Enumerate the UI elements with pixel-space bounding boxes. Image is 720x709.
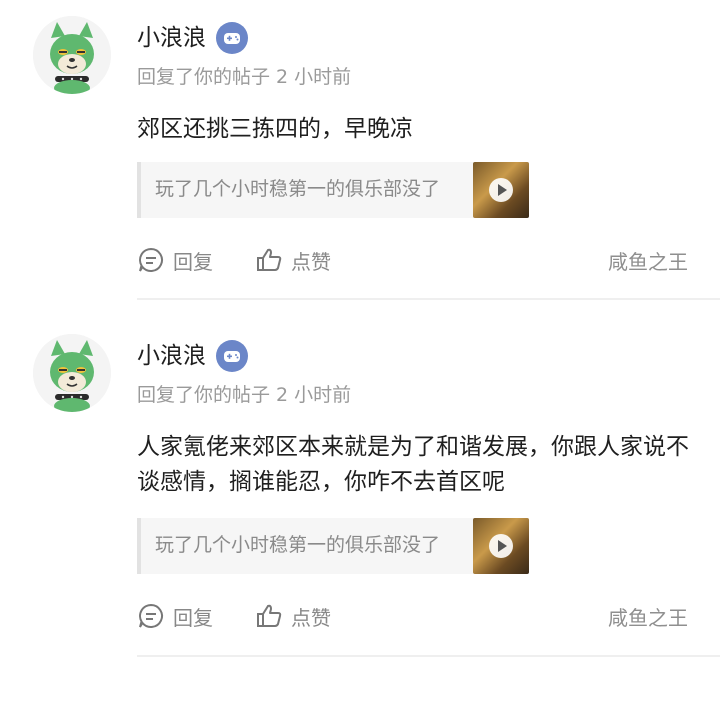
- shiba-avatar-icon: [33, 334, 111, 412]
- shiba-avatar-icon: [33, 16, 111, 94]
- reply-icon: [139, 247, 163, 272]
- video-thumbnail[interactable]: [473, 518, 529, 574]
- action-bar: 回复 点赞 咸鱼之王: [137, 600, 688, 632]
- like-button[interactable]: 点赞: [255, 244, 331, 276]
- divider: [137, 655, 720, 657]
- reply-button[interactable]: 回复: [137, 600, 213, 632]
- gamepad-badge-icon: [216, 22, 248, 54]
- reply-label: 回复: [173, 605, 213, 630]
- avatar[interactable]: [33, 334, 111, 412]
- comment-meta: 回复了你的帖子 2 小时前: [137, 384, 352, 406]
- quoted-post-text: 玩了几个小时稳第一的俱乐部没了: [155, 534, 441, 556]
- reply-button[interactable]: 回复: [137, 244, 213, 276]
- thumbs-up-icon: [257, 604, 282, 627]
- circle-name[interactable]: 咸鱼之王: [608, 602, 688, 631]
- like-label: 点赞: [291, 249, 331, 274]
- comment-item: 小浪浪 回复了你的帖子 2 小时前 郊区还挑三拣四的，早晚凉 玩了几个小时稳第一…: [0, 0, 720, 356]
- quoted-post[interactable]: 玩了几个小时稳第一的俱乐部没了: [137, 162, 529, 218]
- comment-content[interactable]: 人家氪佬来郊区本来就是为了和谐发展，你跟人家说不谈感情，搁谁能忍，你咋不去首区呢: [137, 430, 697, 500]
- circle-name[interactable]: 咸鱼之王: [608, 246, 688, 275]
- play-icon: [489, 178, 513, 202]
- video-thumbnail[interactable]: [473, 162, 529, 218]
- comment-content[interactable]: 郊区还挑三拣四的，早晚凉: [137, 112, 697, 147]
- gamepad-badge-icon: [216, 340, 248, 372]
- comment-item: 小浪浪 回复了你的帖子 2 小时前 人家氪佬来郊区本来就是为了和谐发展，你跟人家…: [0, 334, 720, 709]
- thumbs-up-icon: [257, 248, 282, 271]
- comment-meta: 回复了你的帖子 2 小时前: [137, 66, 352, 88]
- quoted-post-text: 玩了几个小时稳第一的俱乐部没了: [155, 178, 441, 200]
- avatar[interactable]: [33, 16, 111, 94]
- like-button[interactable]: 点赞: [255, 600, 331, 632]
- username[interactable]: 小浪浪: [137, 340, 206, 372]
- play-icon: [489, 534, 513, 558]
- username[interactable]: 小浪浪: [137, 22, 206, 54]
- reply-label: 回复: [173, 249, 213, 274]
- quoted-post[interactable]: 玩了几个小时稳第一的俱乐部没了: [137, 518, 529, 574]
- action-bar: 回复 点赞 咸鱼之王: [137, 244, 688, 276]
- like-label: 点赞: [291, 605, 331, 630]
- divider: [137, 298, 720, 300]
- reply-icon: [139, 603, 163, 628]
